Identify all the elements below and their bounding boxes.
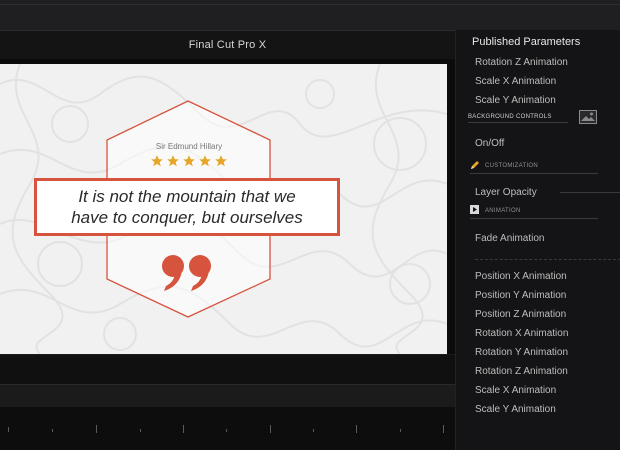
- param-item[interactable]: Position Y Animation: [475, 290, 566, 301]
- top-toolbar: [0, 0, 620, 31]
- quote-box: It is not the mountain that we have to c…: [34, 178, 340, 236]
- quote-author: Sir Edmund Hillary: [155, 142, 223, 151]
- quote-line-1: It is not the mountain that we: [78, 187, 296, 206]
- published-parameters-panel: Published Parameters Rotation Z Animatio…: [455, 30, 620, 450]
- timeline-tick: [8, 427, 9, 432]
- star-icon: [151, 155, 163, 167]
- timeline-tick: [443, 425, 444, 433]
- viewer-controls-area: [0, 354, 455, 385]
- timeline-tick: [270, 425, 271, 433]
- animation-header: ANIMATION: [485, 208, 521, 214]
- param-item[interactable]: Scale Y Animation: [475, 95, 556, 106]
- fade-animation-param[interactable]: Fade Animation: [475, 233, 545, 244]
- timeline-tick: [183, 425, 184, 433]
- param-item[interactable]: Rotation X Animation: [475, 328, 568, 339]
- timeline-tick: [226, 429, 227, 432]
- param-item[interactable]: Rotation Z Animation: [475, 57, 568, 68]
- timeline-tick: [356, 425, 357, 433]
- timeline-toolbar: [0, 384, 455, 408]
- customization-header: CUSTOMIZATION: [485, 163, 539, 169]
- timeline-tick: [313, 429, 314, 432]
- param-item[interactable]: Rotation Y Animation: [475, 347, 568, 358]
- section-divider: [475, 259, 620, 260]
- image-icon[interactable]: [579, 110, 597, 124]
- layer-opacity-param[interactable]: Layer Opacity: [475, 187, 537, 198]
- param-item[interactable]: Rotation Z Animation: [475, 366, 568, 377]
- param-item[interactable]: Position Z Animation: [475, 309, 566, 320]
- preview-canvas[interactable]: Sir Edmund Hillary It is not the mountai…: [0, 64, 447, 354]
- quote-line-2: have to conquer, but ourselves: [71, 208, 303, 227]
- star-icon: [167, 155, 179, 167]
- section-divider: [468, 122, 568, 123]
- star-icon: [183, 155, 195, 167]
- onoff-param[interactable]: On/Off: [475, 138, 504, 149]
- play-icon: [470, 205, 479, 214]
- section-divider: [470, 218, 598, 219]
- param-item[interactable]: Scale Y Animation: [475, 404, 556, 415]
- star-icon: [199, 155, 211, 167]
- param-item[interactable]: Scale X Animation: [475, 76, 556, 87]
- toolbar-divider: [0, 4, 620, 5]
- timeline-tick: [96, 425, 97, 433]
- section-divider: [470, 173, 598, 174]
- timeline[interactable]: [0, 407, 455, 450]
- background-controls-header: BACKGROUND CONTROLS: [468, 114, 552, 120]
- quotation-mark-icon: [162, 255, 211, 291]
- quote-text: It is not the mountain that we have to c…: [71, 186, 303, 228]
- param-item[interactable]: Position X Animation: [475, 271, 567, 282]
- star-icon: [215, 155, 227, 167]
- rating-stars: [150, 154, 230, 168]
- opacity-slider-track[interactable]: [560, 192, 620, 193]
- panel-title: Published Parameters: [472, 36, 581, 48]
- timeline-tick: [140, 429, 141, 432]
- viewer-title: Final Cut Pro X: [188, 39, 267, 51]
- timeline-tick: [400, 429, 401, 432]
- timeline-tick: [52, 429, 53, 432]
- param-item[interactable]: Scale X Animation: [475, 385, 556, 396]
- pencil-icon: [471, 161, 479, 169]
